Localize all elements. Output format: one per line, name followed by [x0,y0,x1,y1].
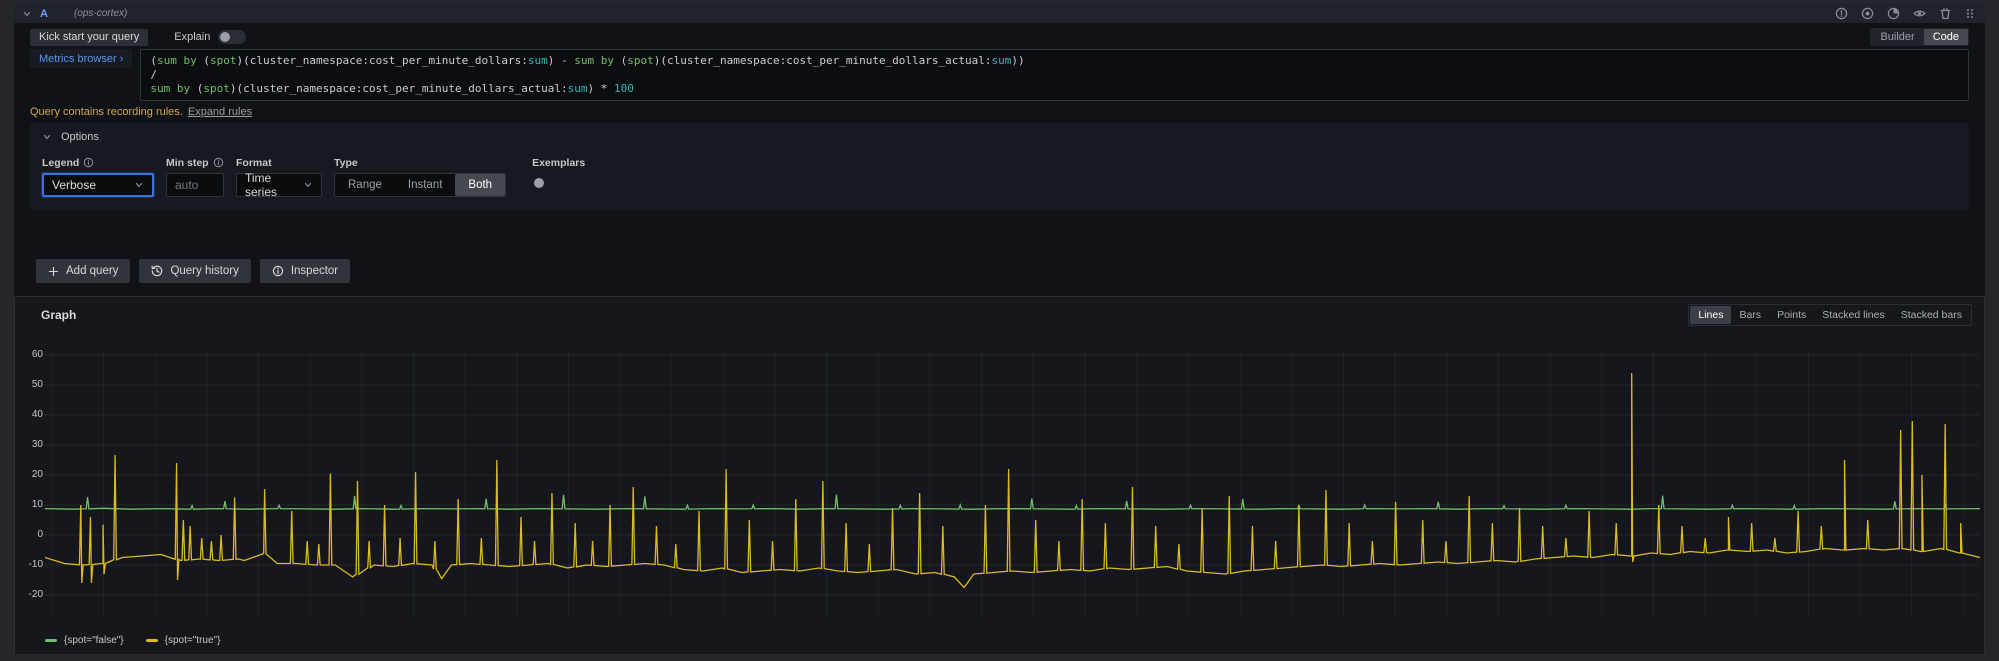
explain-toggle[interactable] [218,30,246,44]
y-tick--20: -20 [29,589,43,600]
view-mode-bars[interactable]: Bars [1731,306,1769,324]
view-mode-points[interactable]: Points [1769,306,1814,324]
legend-swatch [45,639,57,642]
y-axis-labels: 60 50 40 30 20 10 0 -10 -20 [23,349,45,619]
y-tick-40: 40 [32,409,43,420]
plot-row: 60 50 40 30 20 10 0 -10 -20 [15,349,1984,619]
format-label: Format [236,157,272,169]
series-line-1 [45,373,1980,588]
chevron-down-icon [303,180,313,190]
timeseries-chart [45,349,1980,619]
editor-body: Kick start your query Explain Builder Co… [14,23,1985,283]
legend-field-label: Legend [42,157,79,169]
graph-panel-header: Graph LinesBarsPointsStacked linesStacke… [15,297,1984,326]
legend-label: {spot="false"} [64,635,124,646]
inspector-button[interactable]: Inspector [260,259,350,283]
duplicate-icon[interactable] [1861,7,1874,20]
legend-swatch [146,639,158,642]
query-editor-page: A (ops-cortex) Kick start your query Exp… [14,4,1985,655]
datasource-name: (ops-cortex) [74,8,127,19]
min-step-field: Min step [166,156,224,197]
type-field: Type RangeInstantBoth [334,156,506,197]
query-row-actions [1835,7,1975,20]
add-query-button[interactable]: Add query [36,259,130,283]
plot-area[interactable] [45,349,1980,619]
recording-rules-text: Query contains recording rules. [30,106,183,118]
alert-icon[interactable] [1835,7,1848,20]
y-tick-50: 50 [32,379,43,390]
recording-rules-notice: Query contains recording rules. Expand ru… [30,106,1969,118]
y-tick-10: 10 [32,499,43,510]
query-edit-row: Metrics browser › (sum by (spot)(cluster… [30,49,1969,101]
trash-icon[interactable] [1939,7,1952,20]
expand-rules-link[interactable]: Expand rules [188,106,252,118]
builder-mode-button[interactable]: Builder [1871,29,1923,45]
type-option-instant[interactable]: Instant [395,174,456,196]
options-header-label: Options [61,131,99,143]
y-tick-60: 60 [32,349,43,360]
history-clock-icon [151,265,163,277]
options-fields: Legend Verbose Min step Format [42,156,1957,197]
type-option-range[interactable]: Range [335,174,395,196]
editor-mode-switcher: Builder Code [1870,28,1969,46]
view-mode-stacked-lines[interactable]: Stacked lines [1814,306,1892,324]
query-history-button[interactable]: Query history [139,259,250,283]
min-step-label: Min step [166,157,209,169]
type-option-both[interactable]: Both [455,174,505,196]
graph-panel: Graph LinesBarsPointsStacked linesStacke… [14,296,1985,655]
info-circle-icon [272,265,284,277]
query-actions-row: Add query Query history Inspector [30,259,1969,283]
format-field: Format Time series [236,156,322,197]
exemplars-label: Exemplars [532,157,585,169]
history-icon[interactable] [1887,7,1900,20]
view-mode-lines[interactable]: Lines [1690,306,1731,324]
eye-icon[interactable] [1913,7,1926,20]
view-mode-stacked-bars[interactable]: Stacked bars [1893,306,1970,324]
explain-control: Explain [174,30,246,44]
options-collapse[interactable]: Options [42,131,99,143]
exemplars-field: Exemplars [532,156,585,176]
options-chevron-icon [42,132,52,142]
query-row-header: A (ops-cortex) [14,4,1985,23]
y-tick-30: 30 [32,439,43,450]
plus-icon [48,266,59,277]
y-tick--10: -10 [29,559,43,570]
type-label: Type [334,157,358,169]
query-ref-id[interactable]: A [40,8,48,20]
options-section: Options Legend Verbose Min step [30,123,1969,210]
kick-start-row: Kick start your query Explain Builder Co… [30,28,1969,46]
collapse-query-chevron-icon[interactable] [22,9,32,19]
code-mode-button[interactable]: Code [1924,29,1968,45]
type-radio-group: RangeInstantBoth [334,173,506,197]
series-line-0 [45,495,1980,510]
query-code-line-3: sum by (spot)(cluster_namespace:cost_per… [150,82,1959,96]
kick-start-query-button[interactable]: Kick start your query [30,29,148,46]
query-code-editor[interactable]: (sum by (spot)(cluster_namespace:cost_pe… [140,49,1969,101]
legend-field: Legend Verbose [42,156,154,197]
y-tick-0: 0 [37,529,43,540]
legend-label: {spot="true"} [165,635,221,646]
panel-title: Graph [41,308,76,322]
min-step-info-icon [213,157,224,168]
chevron-down-icon [134,180,144,190]
query-code-line-1: (sum by (spot)(cluster_namespace:cost_pe… [150,54,1959,68]
query-code-line-2: / [150,68,1959,82]
metrics-browser-button[interactable]: Metrics browser › [30,49,132,68]
chart-legend: {spot="false"} {spot="true"} [45,635,1984,646]
legend-item[interactable]: {spot="true"} [146,635,221,646]
explain-label: Explain [174,31,210,43]
drag-handle-icon[interactable] [1965,7,1975,20]
min-step-input[interactable] [166,173,224,197]
format-select[interactable]: Time series [236,173,322,197]
legend-select[interactable]: Verbose [42,173,154,197]
legend-item[interactable]: {spot="false"} [45,635,124,646]
view-mode-switcher: LinesBarsPointsStacked linesStacked bars [1688,304,1972,326]
y-tick-20: 20 [32,469,43,480]
legend-info-icon [83,157,94,168]
